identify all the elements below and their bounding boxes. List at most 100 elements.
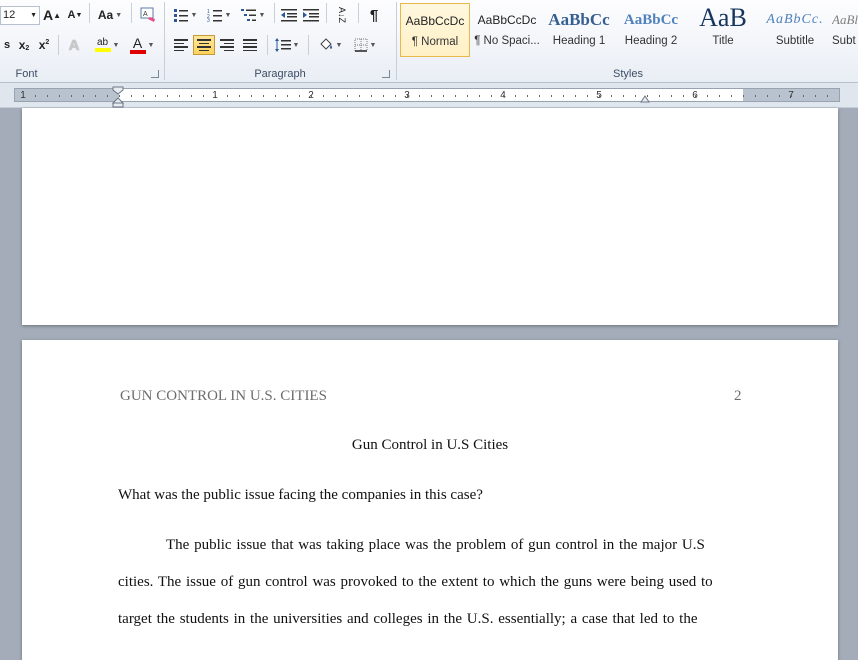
dialog-launcher-icon[interactable]	[151, 70, 159, 78]
clear-formatting-button[interactable]: A	[137, 5, 159, 25]
sort-button[interactable]: A↓Z	[331, 5, 353, 25]
document-page-2[interactable]: GUN CONTROL IN U.S. CITIES 2 Gun Control…	[22, 340, 838, 660]
ruler-tick	[407, 95, 408, 97]
ruler-tick	[131, 95, 132, 97]
line-spacing-button[interactable]: ▼	[272, 35, 302, 55]
style-normal[interactable]: AaBbCcDc ¶ Normal	[400, 3, 470, 57]
ruler-tick	[35, 95, 36, 97]
ruler-tick	[23, 95, 24, 97]
align-left-button[interactable]	[170, 35, 192, 55]
ruler-tick	[755, 95, 756, 97]
ruler-tick	[695, 95, 696, 97]
increase-indent-icon	[303, 9, 319, 22]
separator	[164, 2, 165, 80]
ruler-tick	[719, 95, 720, 97]
ruler-tick	[155, 95, 156, 97]
ruler-tick	[179, 95, 180, 97]
change-case-button[interactable]: Aa ▼	[95, 5, 125, 25]
align-center-button[interactable]	[193, 35, 215, 55]
style-sample: AaBbCcDc	[477, 13, 537, 27]
sort-icon: A↓Z	[337, 6, 347, 23]
ruler-tick	[527, 95, 528, 97]
text-effects-button[interactable]: A	[63, 35, 85, 55]
style-title[interactable]: AaB Title	[688, 3, 758, 57]
ruler-tick	[659, 95, 660, 97]
highlight-button[interactable]: ab ▼	[90, 35, 124, 55]
text-effects-icon: A	[68, 36, 80, 54]
ribbon: 12 ▼ A ▲ A ▼ Aa ▼ A s x2 x2 A ab ▼ A ▼ F…	[0, 0, 858, 83]
horizontal-ruler[interactable]: 1 1 2 3 4 5 6 7	[14, 88, 840, 102]
ruler-tick	[443, 95, 444, 97]
paragraph-group-label: Paragraph	[254, 68, 306, 80]
style-no-spacing[interactable]: AaBbCcDc ¶ No Spaci...	[472, 3, 542, 57]
borders-button[interactable]: ▼	[349, 35, 381, 55]
justify-button[interactable]	[239, 35, 261, 55]
align-right-button[interactable]	[216, 35, 238, 55]
grow-font-button[interactable]: A ▲	[43, 5, 61, 25]
ruler-tick	[383, 95, 384, 97]
increase-indent-button[interactable]	[301, 5, 321, 25]
bullets-button[interactable]: ▼	[170, 5, 200, 25]
ruler-tick	[251, 95, 252, 97]
font-color-button[interactable]: A ▼	[126, 35, 158, 55]
clear-formatting-icon: A	[140, 7, 155, 22]
shading-button[interactable]: ▼	[314, 35, 346, 55]
change-case-label: Aa	[97, 8, 114, 22]
ruler-tick	[779, 95, 780, 97]
style-name: Heading 2	[624, 35, 678, 47]
ruler-tick	[203, 95, 204, 97]
ruler-tick	[419, 95, 420, 97]
ruler-tick	[551, 95, 552, 97]
align-center-icon	[197, 39, 211, 51]
page-number: 2	[734, 388, 742, 404]
decrease-indent-button[interactable]	[279, 5, 299, 25]
ruler-tick	[587, 95, 588, 97]
ruler-tick	[71, 95, 72, 97]
ruler-tick	[683, 95, 684, 97]
style-sample: AaBbCc	[548, 10, 610, 29]
ruler-tick	[359, 95, 360, 97]
style-heading-1[interactable]: AaBbCc Heading 1	[544, 3, 614, 57]
style-subtle-emphasis[interactable]: AaBl Subt	[832, 3, 858, 57]
ruler-tick	[143, 95, 144, 97]
superscript-label: x	[38, 38, 46, 52]
styles-group: AaBbCcDc ¶ Normal AaBbCcDc ¶ No Spaci...…	[398, 0, 858, 82]
multilevel-list-button[interactable]: ▼	[238, 5, 268, 25]
style-sample: AaBbCc.	[766, 12, 824, 27]
ruler-tick	[47, 95, 48, 97]
numbering-button[interactable]: 1 2 3 ▼	[204, 5, 234, 25]
style-heading-2[interactable]: AaBbCc Heading 2	[616, 3, 686, 57]
right-indent-marker-icon[interactable]	[640, 93, 650, 103]
ruler-tick	[539, 95, 540, 97]
ruler-tick	[431, 95, 432, 97]
body-text-line: cities. The issue of gun control was pro…	[118, 574, 713, 590]
ruler-tick	[491, 95, 492, 97]
document-page-1[interactable]	[22, 108, 838, 325]
ruler-tick	[707, 95, 708, 97]
show-formatting-button[interactable]: ¶	[363, 5, 385, 25]
ruler-tick	[191, 95, 192, 97]
dialog-launcher-icon[interactable]	[382, 70, 390, 78]
font-size-combobox[interactable]: 12 ▼	[0, 6, 40, 25]
superscript-button[interactable]: x2	[34, 35, 54, 55]
strikethrough-button[interactable]: s	[0, 35, 14, 55]
indent-marker-icon[interactable]	[112, 86, 124, 108]
align-left-icon	[174, 39, 188, 51]
styles-group-label: Styles	[613, 68, 643, 80]
separator	[326, 3, 327, 23]
running-head: GUN CONTROL IN U.S. CITIES	[120, 388, 327, 404]
style-sample: AaB	[699, 3, 747, 32]
ruler-tick	[503, 95, 504, 97]
ruler-tick	[167, 95, 168, 97]
ruler-tick	[395, 95, 396, 97]
shrink-font-button[interactable]: A ▼	[66, 5, 84, 25]
chevron-down-icon[interactable]: ▼	[30, 7, 37, 24]
style-subtitle[interactable]: AaBbCc. Subtitle	[760, 3, 830, 57]
document-title: Gun Control in U.S Cities	[351, 437, 509, 453]
body-text-line: The public issue that was taking place w…	[166, 537, 705, 553]
ruler-tick	[227, 95, 228, 97]
ruler-tick	[599, 95, 600, 97]
ruler-tick	[815, 95, 816, 97]
subscript-button[interactable]: x2	[14, 35, 34, 55]
separator	[89, 3, 90, 23]
